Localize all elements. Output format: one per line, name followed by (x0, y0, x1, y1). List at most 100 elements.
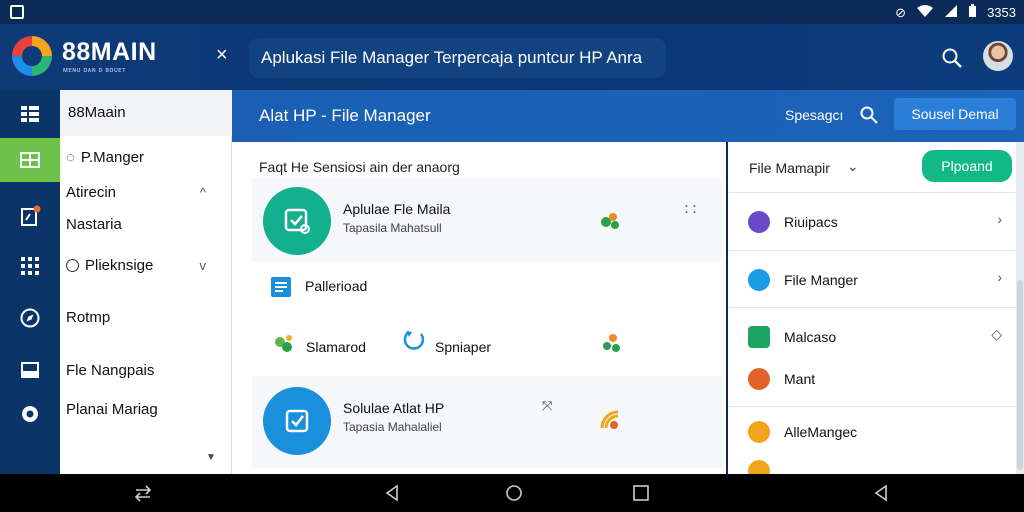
search-icon[interactable] (940, 46, 964, 70)
drawer-item-atirecin[interactable]: Atirecin ^ (66, 184, 226, 201)
drawer-item-label: Nastaria (66, 216, 122, 233)
cluster-icon (603, 334, 620, 352)
drawer-item-rotmp[interactable]: Rotmp (66, 309, 226, 326)
chevron-up-icon: ^ (199, 185, 206, 200)
list-item-label[interactable]: Slamarod (306, 339, 366, 355)
more-icon[interactable]: ⠅⠅ (684, 204, 700, 217)
compass-icon[interactable] (0, 296, 60, 340)
brand-name: 88MAIN (62, 38, 157, 66)
list-item[interactable]: Solulae Atlat HP Tapasia Mahalaliel ⤧ (252, 376, 722, 468)
item-title: Aplulae Fle Maila (343, 201, 451, 217)
drawer-item-label: Fle Nangpais (66, 362, 155, 379)
document-icon (270, 276, 292, 298)
signal-wave-icon (600, 410, 619, 429)
grid-icon[interactable] (0, 244, 60, 288)
back-icon[interactable] (382, 483, 402, 503)
drawer-item-planai-mariag[interactable]: Planai Mariag (66, 401, 226, 418)
vpn-icon: ⊘ (895, 5, 907, 20)
panel-row-label: Malcaso (784, 329, 837, 345)
panel-row-label: Riuipacs (784, 214, 838, 230)
diamond-icon: ◇ (991, 326, 1002, 342)
icon-rail (0, 90, 60, 474)
list-item-label[interactable]: Pallerioad (305, 278, 367, 294)
drawer-item-plieknsige[interactable]: Plieknsige v (66, 257, 226, 274)
android-screen: ⊘ 3353 88MAIN ᴍᴇɴᴜ ᴅᴀɴ ᴅ ʙᴏᴜᴇᴛ × Aplukas… (0, 0, 1024, 512)
panel-row-label: Mant (784, 371, 816, 387)
list-icon[interactable] (0, 92, 60, 136)
circle-icon (748, 421, 770, 443)
drawer-item-fle-nangpais[interactable]: Fle Nangpais (66, 362, 226, 379)
file-notification-icon[interactable] (0, 194, 60, 238)
list-item-label[interactable]: Spniaper (435, 339, 491, 355)
panel-row-label: AlleMangec (784, 424, 858, 440)
settings-icon[interactable] (0, 392, 60, 436)
panel-title[interactable]: File Mamapir (749, 160, 830, 176)
drawer-item-label: Planai Mariag (66, 401, 158, 418)
panel-row-label: File Manger (784, 272, 858, 288)
flag-icon (748, 368, 770, 390)
radio-icon[interactable] (66, 259, 79, 272)
panel-row[interactable]: File Manger › (728, 250, 1016, 307)
panel-row[interactable]: Mant (728, 364, 1016, 406)
rotate-icon[interactable] (133, 483, 153, 503)
item-subtitle: Tapasila Mahatsull (343, 221, 442, 235)
app-logo (12, 36, 52, 76)
panel-action-button[interactable]: Plpoand (922, 150, 1012, 182)
chevron-down-icon: v (199, 258, 207, 273)
drawer-item-nastaria[interactable]: Nastaria (66, 216, 226, 233)
app-header: 88MAIN ᴍᴇɴᴜ ᴅᴀɴ ᴅ ʙᴏᴜᴇᴛ × Aplukasi File … (0, 24, 1024, 90)
back-icon[interactable] (871, 483, 891, 503)
side-drawer: 88Maain ◌ P.Manger Atirecin ^ Nastaria P… (60, 90, 232, 474)
drawer-item-label: P.Manger (80, 149, 145, 166)
panel-row[interactable]: Riuipacs › (728, 192, 1016, 249)
navigation-bar (0, 474, 1024, 512)
leaf-icon (601, 213, 619, 229)
signal-icon (944, 4, 958, 22)
search-icon[interactable] (859, 105, 879, 125)
status-bar: ⊘ 3353 (0, 0, 1024, 24)
avatar[interactable] (983, 41, 1013, 71)
screenshot-icon (10, 5, 24, 19)
sheet-icon (748, 326, 770, 348)
panel-row[interactable]: AlleMangec (728, 406, 1016, 463)
status-icons: ⊘ 3353 (895, 4, 1016, 22)
chat-icon: ◌ (66, 149, 75, 166)
expand-icon[interactable]: ⤧ (542, 398, 552, 414)
dashboard-icon[interactable] (0, 138, 60, 182)
checkbox-icon (263, 387, 331, 455)
battery-icon (968, 4, 977, 22)
main-content: Faqt He Sensiosi ain der anaorg Aplulae … (232, 142, 726, 474)
scroll-down-icon[interactable]: ▼ (206, 452, 216, 463)
chevron-right-icon: › (997, 211, 1002, 227)
scrollbar-thumb[interactable] (1017, 280, 1023, 470)
sort-label[interactable]: Spesagcı (785, 107, 843, 123)
drawer-title[interactable]: 88Maain (60, 90, 232, 136)
drawer-item-pmanger[interactable]: ◌ P.Manger (66, 149, 226, 166)
right-panel: File Mamapir ⌄ Plpoand Riuipacs › File M… (728, 142, 1016, 474)
puzzle-icon (275, 335, 292, 352)
panel-row[interactable]: Malcaso ◇ (728, 307, 1016, 364)
item-subtitle: Tapasia Mahalaliel (343, 420, 442, 434)
storage-icon[interactable] (0, 348, 60, 392)
drawer-item-label: Atirecin (66, 184, 117, 201)
partial-icon (748, 460, 770, 474)
close-icon[interactable]: × (216, 44, 228, 67)
file-check-icon (263, 187, 331, 255)
page-title: Alat HP - File Manager (259, 106, 431, 125)
toolbar-action-button[interactable]: Sousel Demal (894, 98, 1016, 130)
search-bar[interactable]: Aplukasi File Manager Terpercaja puntcur… (249, 38, 666, 78)
chevron-right-icon: › (997, 269, 1002, 285)
drawer-item-label: Plieknsige (85, 257, 154, 274)
item-title: Solulae Atlat HP (343, 400, 445, 416)
messenger-icon (748, 269, 770, 291)
wifi-icon (916, 4, 934, 22)
section-title: Faqt He Sensiosi ain der anaorg (259, 159, 460, 175)
recents-icon[interactable] (631, 483, 651, 503)
refresh-icon (403, 330, 425, 350)
clock: 3353 (987, 5, 1016, 20)
home-icon[interactable] (504, 483, 524, 503)
brand-tagline: ᴍᴇɴᴜ ᴅᴀɴ ᴅ ʙᴏᴜᴇᴛ (63, 67, 126, 74)
chevron-down-icon[interactable]: ⌄ (847, 158, 859, 175)
toolbar: Alat HP - File Manager Spesagcı Sousel D… (232, 90, 1024, 142)
list-item[interactable]: Aplulae Fle Maila Tapasila Mahatsull ⠅⠅ (252, 178, 722, 262)
